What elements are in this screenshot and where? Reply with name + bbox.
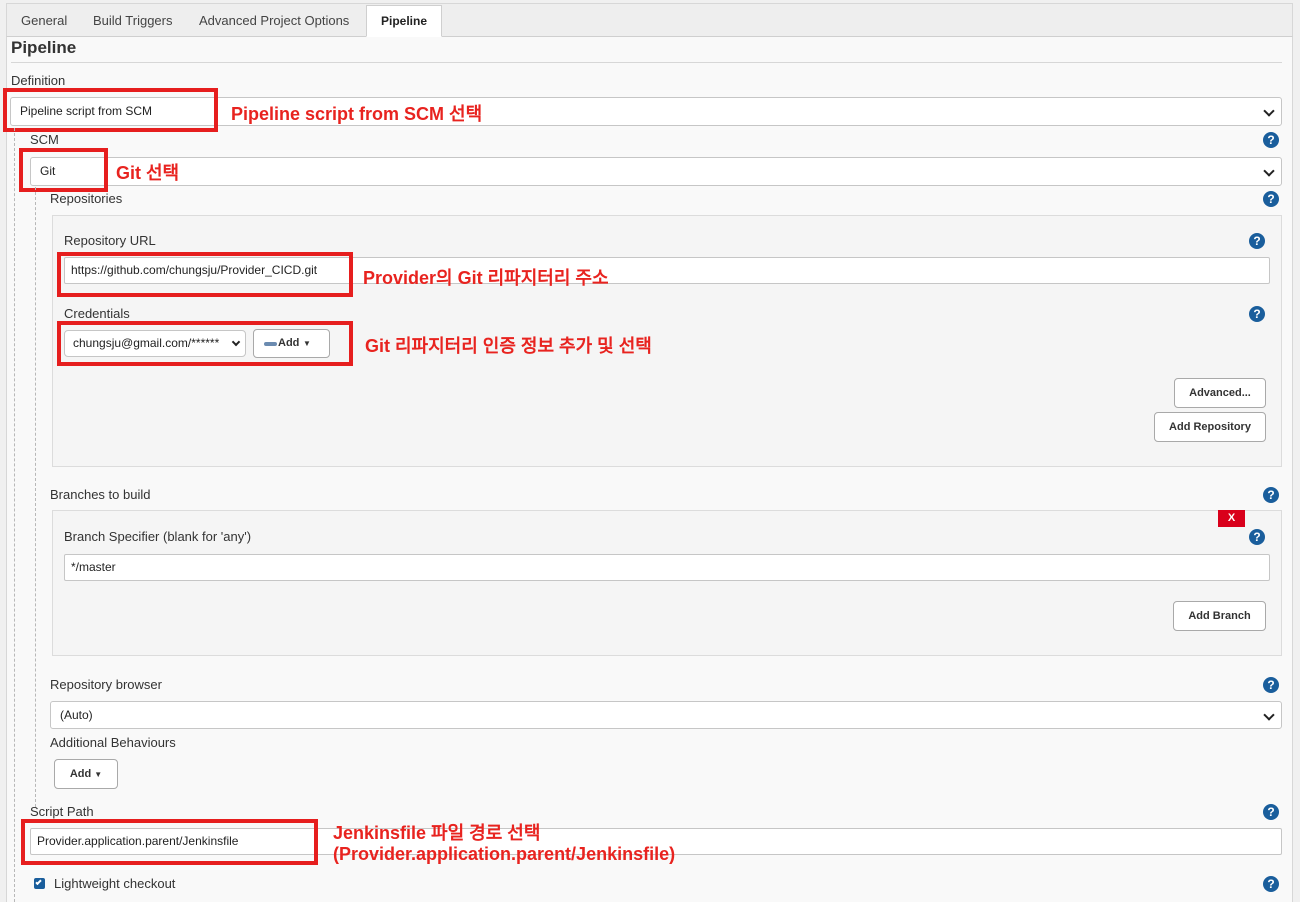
annotation-box-definition <box>3 88 218 132</box>
caret-down-icon: ▼ <box>94 770 103 779</box>
add-branch-button[interactable]: Add Branch <box>1173 601 1266 631</box>
scm-label: SCM <box>30 132 59 147</box>
tab-advanced-project-options[interactable]: Advanced Project Options <box>185 6 363 37</box>
additional-behaviours-label: Additional Behaviours <box>50 735 176 750</box>
additional-add-label: Add <box>69 768 92 780</box>
annotation-box-scm <box>19 148 108 192</box>
tab-general[interactable]: General <box>7 6 81 37</box>
repository-url-help-icon[interactable]: ? <box>1249 233 1265 249</box>
repository-browser-value: (Auto) <box>60 708 93 722</box>
add-repository-button[interactable]: Add Repository <box>1154 412 1266 442</box>
repository-url-label: Repository URL <box>64 233 156 248</box>
annotation-definition: Pipeline script from SCM 선택 <box>231 104 483 124</box>
nest-guide <box>14 128 15 902</box>
annotation-script-line2: (Provider.application.parent/Jenkinsfile… <box>333 844 676 864</box>
tab-pipeline[interactable]: Pipeline <box>366 5 443 37</box>
lightweight-help-icon[interactable]: ? <box>1263 876 1279 892</box>
credentials-label: Credentials <box>64 306 130 321</box>
checkmark-icon <box>35 878 42 886</box>
section-title: Pipeline <box>11 38 77 57</box>
chevron-down-icon <box>1263 105 1275 117</box>
repository-browser-select[interactable]: (Auto) <box>50 701 1282 729</box>
nest-guide <box>35 187 36 807</box>
repository-browser-help-icon[interactable]: ? <box>1263 677 1279 693</box>
script-path-help-icon[interactable]: ? <box>1263 804 1279 820</box>
repositories-label: Repositories <box>50 191 123 206</box>
annotation-url: Provider의 Git 리파지터리 주소 <box>363 268 609 288</box>
branches-help-icon[interactable]: ? <box>1263 487 1279 503</box>
annotation-scm: Git 선택 <box>116 163 180 183</box>
tab-build-triggers[interactable]: Build Triggers <box>79 6 186 37</box>
definition-label: Definition <box>11 73 66 88</box>
annotation-credentials: Git 리파지터리 인증 정보 추가 및 선택 <box>365 336 652 356</box>
annotation-box-credentials <box>57 321 353 366</box>
section-divider <box>11 62 1282 63</box>
branches-label: Branches to build <box>50 487 151 502</box>
branch-specifier-help-icon[interactable]: ? <box>1249 529 1265 545</box>
delete-branch-button[interactable]: X <box>1218 510 1245 527</box>
repositories-help-icon[interactable]: ? <box>1263 191 1279 207</box>
advanced-button[interactable]: Advanced... <box>1174 378 1266 408</box>
lightweight-checkbox[interactable] <box>34 878 45 889</box>
script-path-label: Script Path <box>30 804 94 819</box>
branch-specifier-input[interactable]: */master <box>64 554 1270 581</box>
repository-browser-label: Repository browser <box>50 677 162 692</box>
credentials-help-icon[interactable]: ? <box>1249 306 1265 322</box>
additional-behaviours-add-button[interactable]: Add ▼ <box>54 759 118 789</box>
branch-specifier-label: Branch Specifier (blank for 'any') <box>64 529 252 544</box>
lightweight-checkout-label: Lightweight checkout <box>54 876 176 891</box>
chevron-down-icon <box>1263 165 1275 177</box>
scm-select[interactable]: Git <box>30 157 1282 186</box>
scm-help-icon[interactable]: ? <box>1263 132 1279 148</box>
annotation-box-script-path <box>21 819 318 865</box>
annotation-box-url <box>57 252 353 297</box>
annotation-script-line1: Jenkinsfile 파일 경로 선택 <box>333 823 541 843</box>
chevron-down-icon <box>1263 709 1275 721</box>
